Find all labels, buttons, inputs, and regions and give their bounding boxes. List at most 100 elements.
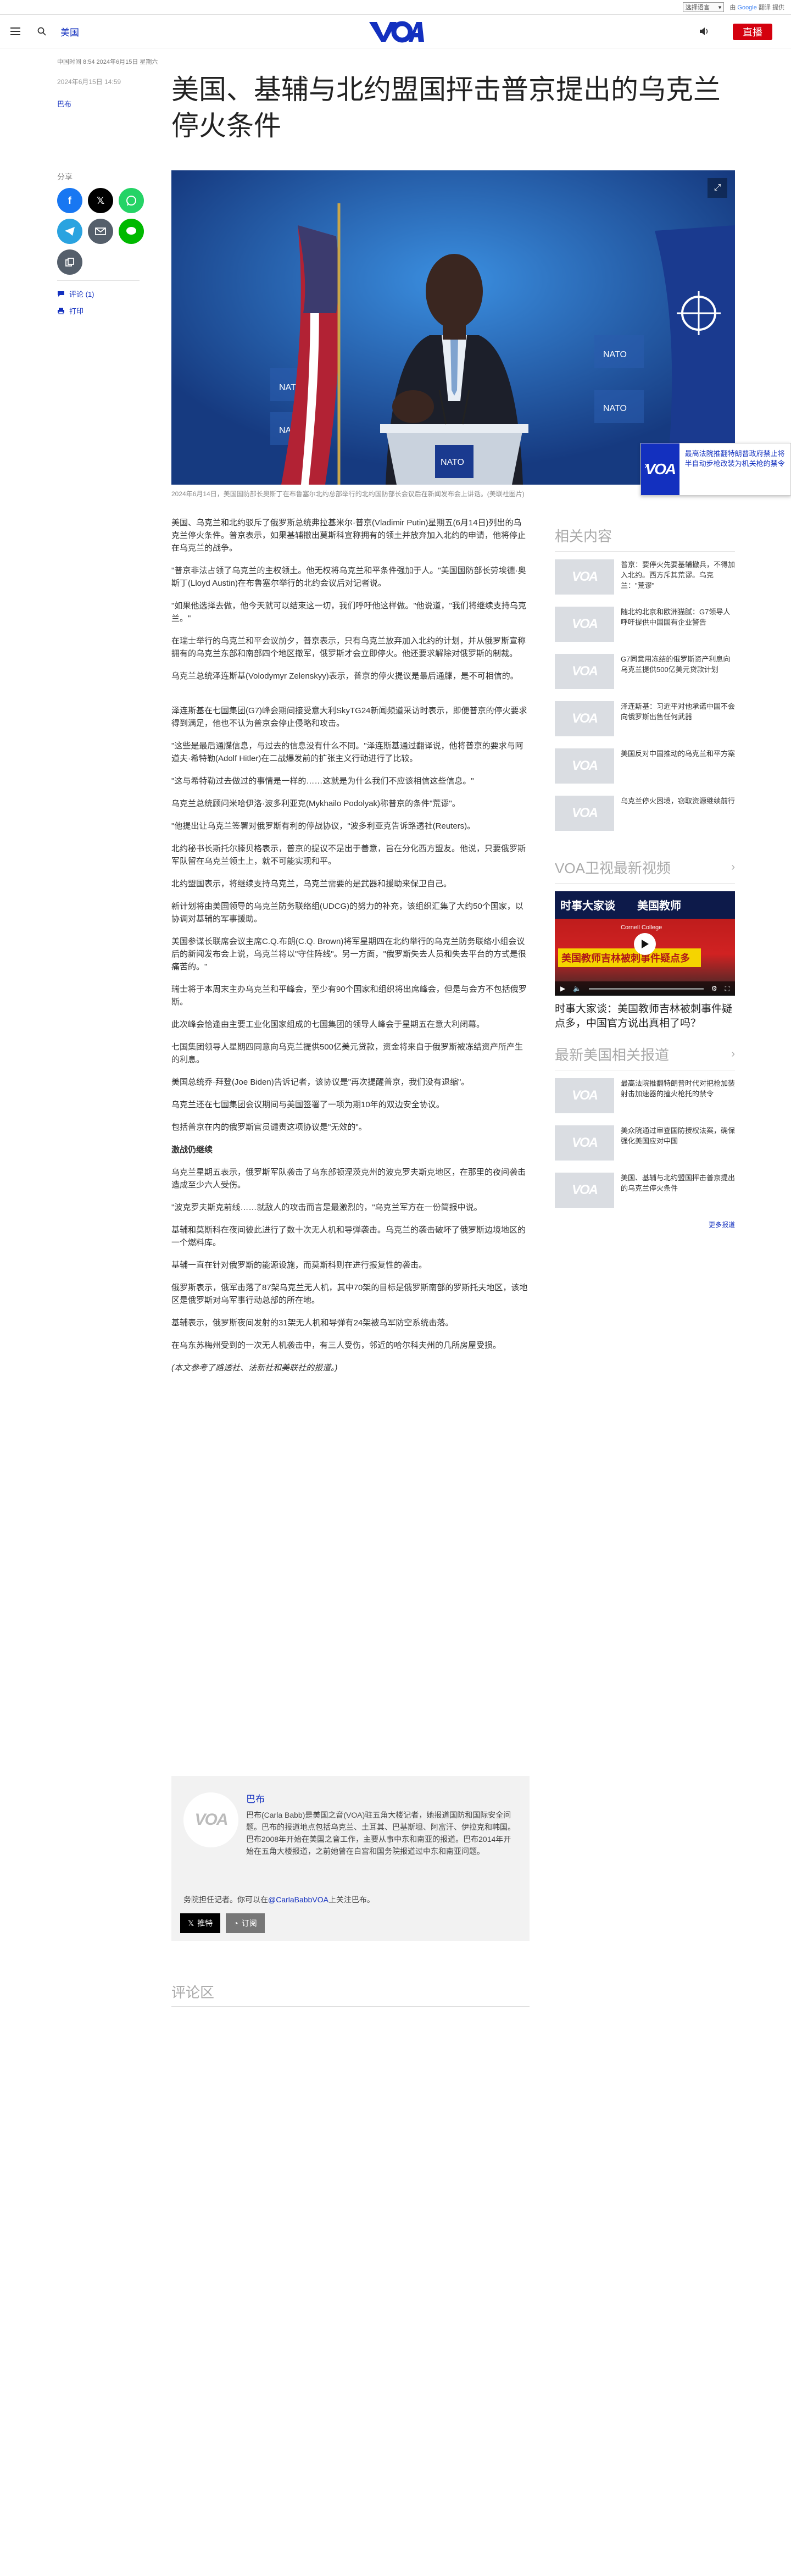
telegram-share-button[interactable]: [57, 219, 82, 244]
sidebar-story-item[interactable]: VOA 美众院通过审查国防授权法案，确保强化美国应对中国: [555, 1125, 735, 1164]
copy-link-button[interactable]: [57, 249, 82, 275]
follow-on-x-button[interactable]: 𝕏 推特: [180, 1913, 221, 1933]
voa-thumb-logo: VOA: [571, 617, 598, 631]
chevron-right-icon: ›: [731, 861, 735, 873]
paragraph: 泽连斯基在七国集团(G7)峰会期间接受意大利SkyTG24新闻频道采访时表示，即…: [171, 706, 527, 728]
paragraph: 在乌东苏梅州受到的一次无人机袭击中，有三人受伤，邻近的哈尔科夫州的几所房屋受损。: [171, 1341, 502, 1350]
hamburger-icon: [10, 25, 20, 37]
story-title: 普京：要停火先要基辅撤兵，不得加入北约。西方斥其荒谬。乌克兰："荒谬": [621, 560, 736, 590]
paragraph: 美国、乌克兰和北约驳斥了俄罗斯总统弗拉基米尔·普京(Vladimir Putin…: [171, 518, 526, 553]
arrow-right-icon: ›: [644, 460, 648, 471]
expand-icon: ⤢: [714, 183, 721, 192]
article-meta: 2024年6月15日 14:59 巴布: [57, 77, 156, 109]
video-overlay-title: 时事大家谈: [560, 900, 615, 912]
floating-story-card[interactable]: › VOA 最高法院推翻特朗普政府禁止将半自动步枪改装为机关枪的禁令: [640, 443, 791, 496]
author-bio: 巴布(Carla Babb)是美国之音(VOA)驻五角大楼记者，她报道国防和国际…: [246, 1811, 515, 1856]
share-divider: [57, 280, 140, 281]
paragraph: 乌克兰星期五表示，俄罗斯军队袭击了乌东部顿涅茨克州的波克罗夫斯克地区，在那里的夜…: [171, 1168, 526, 1190]
search-button[interactable]: [31, 27, 53, 36]
voa-thumb-logo: VOA: [645, 460, 676, 478]
author-link[interactable]: 巴布: [57, 98, 156, 109]
video-heading[interactable]: VOA卫视最新视频 ›: [555, 857, 735, 878]
share-label: 分享: [57, 173, 73, 181]
play-button[interactable]: [634, 933, 656, 955]
sidebar-story-item[interactable]: VOA G7同意用冻结的俄罗斯资产利息向乌克兰提供500亿美元贷款计划: [555, 654, 735, 692]
paragraph: 包括普京在内的俄罗斯官员谴责这项协议是"无效的"。: [171, 1123, 367, 1132]
voa-thumb-logo: VOA: [571, 1135, 598, 1150]
author-follow-buttons: 𝕏 推特 ◔ 订阅: [180, 1913, 265, 1933]
email-share-button[interactable]: [88, 219, 113, 244]
audio-button[interactable]: [699, 26, 710, 39]
fullscreen-icon[interactable]: ⛶: [725, 985, 729, 993]
more-stories-link[interactable]: 更多报道: [555, 1220, 735, 1229]
follow-label: 推特: [197, 1919, 213, 1928]
paragraph: "普京非法占领了乌克兰的主权领土。他无权将乌克兰和平条件强加于人。"美国国防部长…: [171, 566, 526, 588]
comments-link[interactable]: 评论 (1): [57, 288, 151, 299]
author-bio-tail: 务院担任记者。你可以在@CarlaBabbVOA上关注巴布。: [183, 1894, 524, 1906]
section-subheading: 激战仍继续: [171, 1145, 213, 1154]
facebook-share-button[interactable]: f: [57, 188, 82, 213]
hero-photo-illustration: NATO NATO NATO NATO: [171, 170, 735, 485]
paragraph: 北约盟国表示，将继续支持乌克兰，乌克兰需要的是武器和援助来保卫自己。: [171, 879, 452, 889]
related-content: 相关内容 VOA 普京：要停火先要基辅撤兵，不得加入北约。西方斥其荒谬。乌克兰："…: [555, 525, 735, 843]
floating-story-text: 最高法院推翻特朗普政府禁止将半自动步枪改装为机关枪的禁令: [684, 449, 785, 468]
play-small-icon[interactable]: ▶: [560, 985, 565, 992]
google-translate-credit[interactable]: 由 Google 翻译 提供: [729, 3, 784, 12]
expand-image-button[interactable]: ⤢: [708, 178, 727, 198]
comment-icon: [58, 291, 64, 297]
print-label: 打印: [69, 307, 84, 315]
section-link[interactable]: 美国: [60, 25, 79, 38]
voa-logo-mark: [369, 21, 424, 43]
x-icon: 𝕏: [188, 1918, 194, 1928]
paragraph: 新计划将由美国领导的乌克兰防务联络组(UDCG)的努力的补充，该组织汇集了大约5…: [171, 902, 523, 924]
sidebar-story-item[interactable]: VOA 泽连斯基：习近平对他承诺中国不会向俄罗斯出售任何武器: [555, 701, 735, 740]
voa-thumb-logo: VOA: [571, 664, 598, 679]
menu-button[interactable]: [0, 25, 31, 37]
paragraph: 瑞士将于本周末主办乌克兰和平峰会，至少有90个国家和组织将出席峰会，但是与会方不…: [171, 985, 527, 1007]
latest-heading[interactable]: 最新美国相关报道 ›: [555, 1044, 735, 1064]
sidebar-story-item[interactable]: VOA 乌克兰停火困境，窃取资源继续前行: [555, 796, 735, 834]
voa-thumb-logo: VOA: [571, 569, 598, 584]
video-progress-bar[interactable]: [589, 987, 704, 990]
paragraph: 北约秘书长斯托尔滕贝格表示，普京的提议不是出于善意，旨在分化西方盟友。他说，只要…: [171, 844, 526, 866]
sidebar-story-item[interactable]: VOA 随北约北京和欧洲猫腻：G7领导人呼吁提供中国国有企业警告: [555, 607, 735, 645]
site-header: 美国 直播: [0, 14, 791, 48]
print-icon: [58, 308, 64, 314]
sidebar-story-item[interactable]: VOA 美国反对中国推动的乌克兰和平方案: [555, 748, 735, 787]
author-bio-end: 上关注巴布。: [328, 1895, 375, 1904]
video-divider: [555, 883, 735, 884]
story-title: 美国反对中国推动的乌克兰和平方案: [621, 750, 736, 758]
language-select[interactable]: 选择语言 ▾: [682, 2, 725, 12]
settings-icon[interactable]: ⚙: [711, 985, 717, 992]
story-title: 泽连斯基：习近平对他承诺中国不会向俄罗斯出售任何武器: [621, 702, 736, 721]
comments-heading: 评论区: [171, 1981, 530, 2007]
voa-logo[interactable]: [367, 20, 424, 44]
sidebar-story-item[interactable]: VOA 普京：要停火先要基辅撤兵，不得加入北约。西方斥其荒谬。乌克兰："荒谬": [555, 559, 735, 598]
x-share-button[interactable]: 𝕏: [88, 188, 113, 213]
author-avatar: VOA: [183, 1792, 238, 1847]
voa-thumb-logo: VOA: [571, 711, 598, 726]
svg-text:NATO: NATO: [441, 458, 464, 467]
paragraph: "他提出让乌克兰签署对俄罗斯有利的停战协议，"波多利亚克告诉路透社(Reuter…: [171, 821, 476, 831]
video-source-label: Cornell College: [621, 924, 662, 931]
story-title: 美国、基辅与北约盟国抨击普京提出的乌克兰停火条件: [621, 1174, 736, 1192]
line-share-button[interactable]: [119, 219, 144, 244]
story-thumbnail: VOA: [555, 1173, 614, 1208]
paragraph: "这些是最后通牒信息，与过去的信息没有什么不同。"泽连斯基通过翻译说，他将普京的…: [171, 741, 523, 763]
author-twitter-handle[interactable]: @CarlaBabbVOA: [268, 1895, 328, 1904]
volume-icon[interactable]: 🔈: [573, 985, 581, 992]
author-name[interactable]: 巴布: [246, 1791, 265, 1805]
chevron-right-icon: ›: [731, 1048, 735, 1060]
paragraph: 俄罗斯表示，俄军击落了87架乌克兰无人机，其中70架的目标是俄罗斯南部的罗斯托夫…: [171, 1283, 528, 1305]
live-button[interactable]: 直播: [733, 24, 772, 40]
comments-count: 评论 (1): [69, 290, 94, 298]
rss-subscribe-button[interactable]: ◔ 订阅: [226, 1913, 265, 1933]
whatsapp-share-button[interactable]: [119, 188, 144, 213]
sidebar-story-item[interactable]: VOA 美国、基辅与北约盟国抨击普京提出的乌克兰停火条件: [555, 1173, 735, 1211]
sidebar-story-item[interactable]: VOA 最高法院推翻特朗普时代对把枪加装射击加速器的撞火枪托的禁令: [555, 1078, 735, 1117]
video-thumbnail[interactable]: 时事大家谈 美国教师 Cornell College 美国教师吉林被刺事件疑点多…: [555, 891, 735, 996]
paragraph: 乌克兰还在七国集团会议期间与美国签署了一项为期10年的双边安全协议。: [171, 1100, 444, 1109]
video-caption[interactable]: 时事大家谈：美国教师吉林被刺事件疑点多，中国官方说出真相了吗？: [555, 1002, 735, 1031]
print-link[interactable]: 打印: [57, 306, 151, 316]
telegram-icon: [65, 227, 75, 236]
